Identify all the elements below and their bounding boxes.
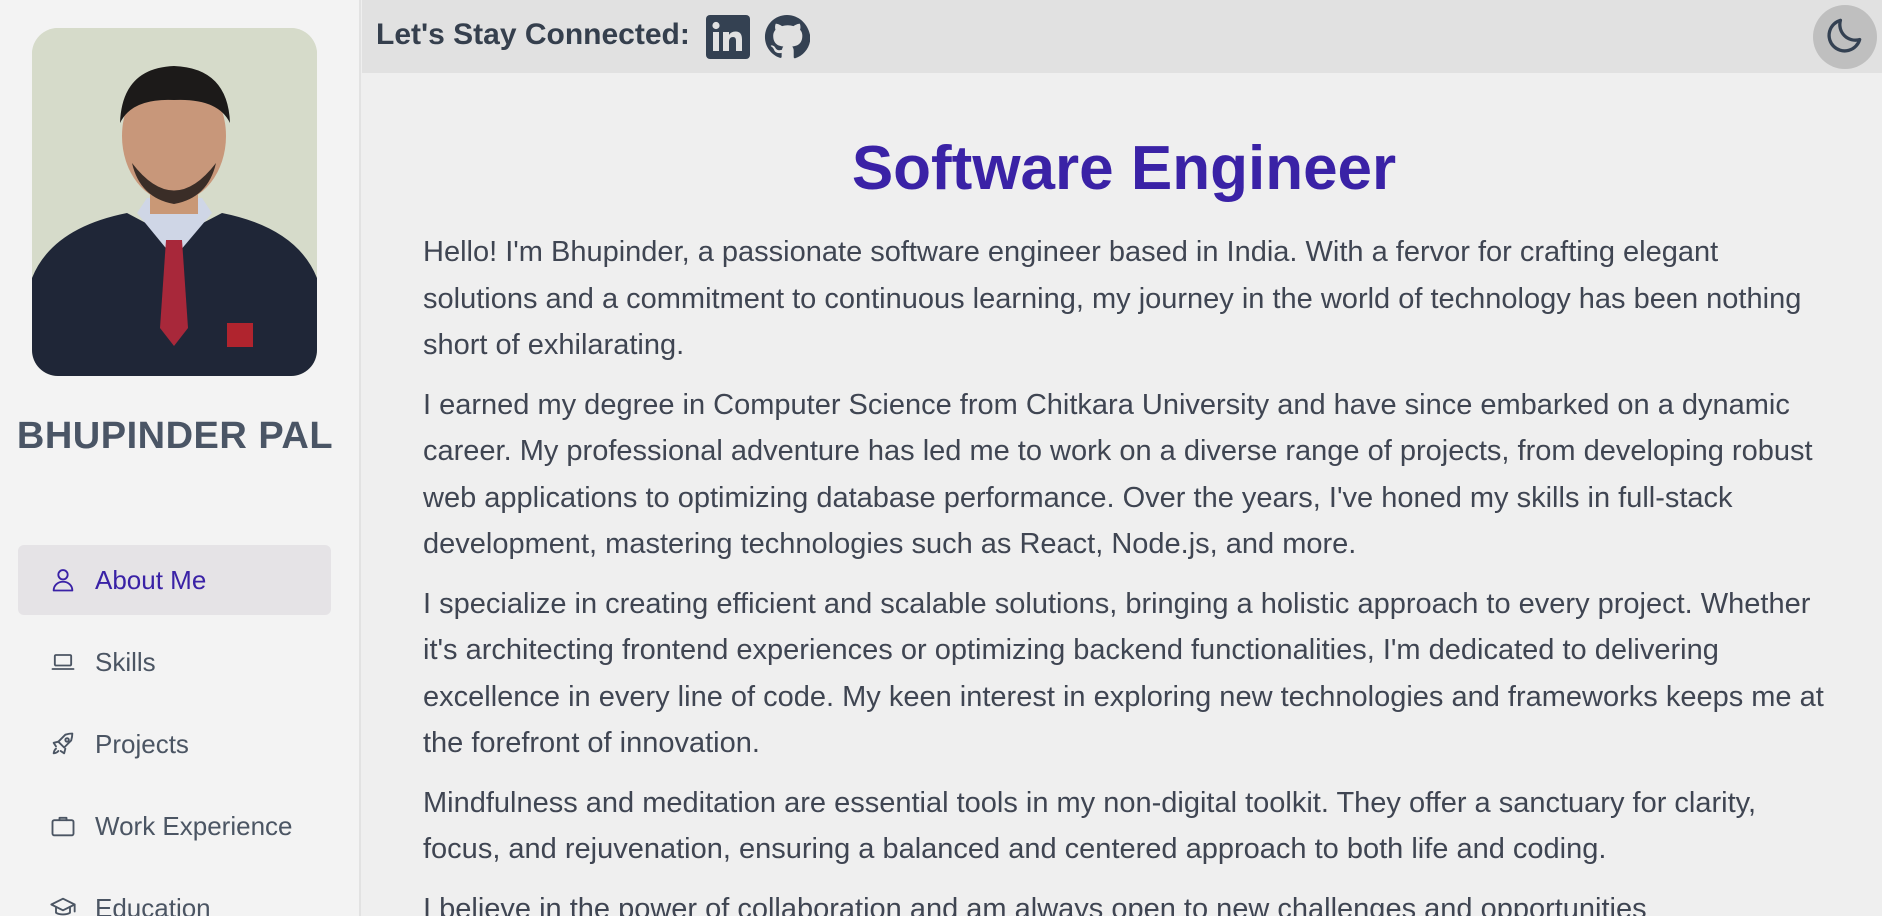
sidebar-item-education[interactable]: Education [18,873,331,916]
portfolio-app: BHUPINDER PAL About Me Skills Projects W… [0,0,1882,916]
sidebar-item-skills[interactable]: Skills [18,627,331,697]
sidebar-item-work-experience[interactable]: Work Experience [18,791,331,861]
connect-label: Let's Stay Connected: [376,18,690,51]
about-paragraph: I earned my degree in Computer Science f… [423,388,1813,561]
page-title: Software Engineer [851,134,1397,203]
sidebar-item-label: Education [95,892,211,916]
sidebar-nav: About Me Skills Projects Work Experience… [18,545,331,916]
about-paragraph: Hello! I'm Bhupinder, a passionate softw… [423,236,1802,361]
user-icon [48,565,78,595]
sidebar-item-label: About Me [95,564,207,595]
moon-icon [1823,13,1867,62]
briefcase-icon [48,811,78,841]
linkedin-icon[interactable] [705,14,751,60]
top-bar: Let's Stay Connected: [362,0,1882,73]
about-paragraph: I specialize in creating efficient and s… [423,587,1824,760]
sidebar-item-label: Projects [95,728,189,759]
graduation-cap-icon [48,893,78,916]
github-icon[interactable] [764,14,811,60]
sidebar-item-projects[interactable]: Projects [18,709,331,779]
sidebar: BHUPINDER PAL About Me Skills Projects W… [0,0,361,916]
about-section: Software Engineer Hello! I'm Bhupinder, … [362,73,1882,916]
about-text: Hello! I'm Bhupinder, a passionate softw… [423,229,1838,916]
profile-photo [32,28,317,376]
profile-name: BHUPINDER PAL [16,415,334,457]
sidebar-item-about-me[interactable]: About Me [18,545,331,615]
theme-toggle-button[interactable] [1813,5,1877,69]
laptop-icon [48,647,78,677]
about-paragraph: Mindfulness and meditation are essential… [423,786,1757,866]
sidebar-item-label: Skills [95,646,156,677]
about-paragraph: I believe in the power of collaboration … [423,892,1647,916]
sidebar-item-label: Work Experience [95,810,293,841]
rocket-icon [48,729,78,759]
